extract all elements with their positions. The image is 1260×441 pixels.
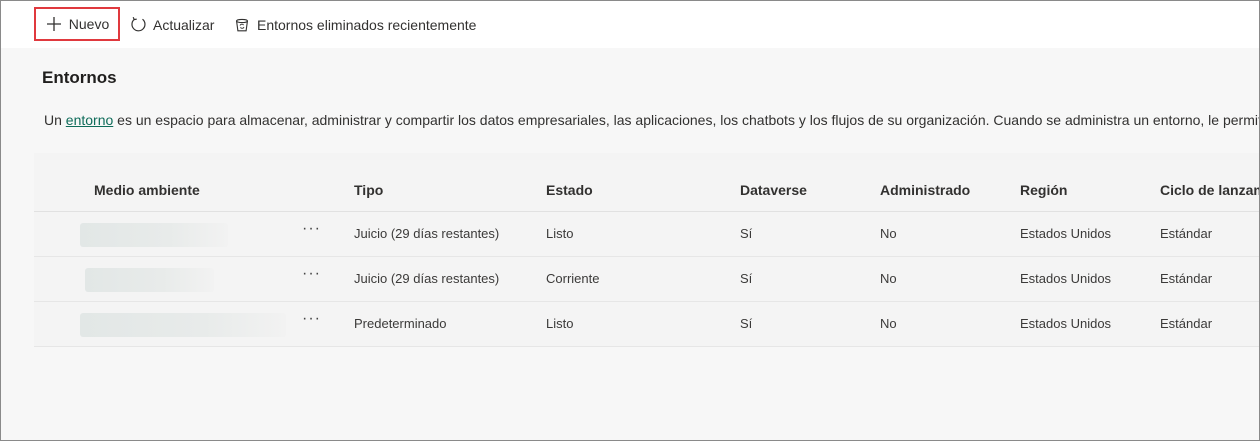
type-cell: Juicio (29 días restantes) [354, 226, 500, 241]
window-frame: Nuevo Actualizar Entornos eliminados rec… [0, 0, 1260, 441]
refresh-icon [129, 16, 147, 34]
recycle-bin-icon [233, 16, 251, 34]
command-bar: Nuevo Actualizar Entornos eliminados rec… [1, 1, 1259, 48]
description-prefix: Un [44, 112, 66, 128]
refresh-button[interactable]: Actualizar [129, 1, 214, 48]
type-cell: Predeterminado [354, 316, 447, 331]
region-cell: Estados Unidos [1020, 316, 1112, 331]
page-description: Un entorno es un espacio para almacenar,… [44, 112, 1260, 128]
managed-cell: No [880, 271, 897, 286]
recently-deleted-button[interactable]: Entornos eliminados recientemente [233, 1, 476, 48]
column-header-region[interactable]: Región [1020, 182, 1067, 198]
environments-table: Medio ambiente Tipo Estado Dataverse Adm… [34, 153, 1259, 347]
more-options-icon[interactable]: ··· [302, 310, 321, 328]
table-header: Medio ambiente Tipo Estado Dataverse Adm… [34, 153, 1259, 212]
dataverse-cell: Sí [740, 271, 753, 286]
column-header-release-cycle[interactable]: Ciclo de lanzam [1160, 182, 1259, 198]
managed-cell: No [880, 226, 897, 241]
release-cycle-cell: Estándar [1160, 226, 1213, 241]
more-options-icon[interactable]: ··· [302, 220, 321, 238]
column-header-dataverse[interactable]: Dataverse [740, 182, 807, 198]
state-cell: Corriente [546, 271, 600, 286]
table-row[interactable]: ··· Juicio (29 días restantes) Corriente… [34, 257, 1259, 302]
release-cycle-cell: Estándar [1160, 316, 1213, 331]
managed-cell: No [880, 316, 897, 331]
state-cell: Listo [546, 316, 574, 331]
column-header-state[interactable]: Estado [546, 182, 593, 198]
dataverse-cell: Sí [740, 316, 753, 331]
table-row[interactable]: ··· Juicio (29 días restantes) Listo Sí … [34, 212, 1259, 257]
column-header-environment[interactable]: Medio ambiente [94, 182, 200, 198]
type-cell: Juicio (29 días restantes) [354, 271, 500, 286]
release-cycle-cell: Estándar [1160, 271, 1213, 286]
main-content: Entornos Un entorno es un espacio para a… [1, 48, 1259, 440]
plus-icon [45, 15, 63, 33]
description-suffix: es un espacio para almacenar, administra… [113, 112, 1260, 128]
column-header-type[interactable]: Tipo [354, 182, 383, 198]
region-cell: Estados Unidos [1020, 271, 1112, 286]
environment-link[interactable]: entorno [66, 112, 113, 128]
new-button-label: Nuevo [68, 16, 110, 32]
page-title: Entornos [42, 68, 117, 87]
region-cell: Estados Unidos [1020, 226, 1112, 241]
state-cell: Listo [546, 226, 574, 241]
refresh-button-label: Actualizar [153, 16, 215, 33]
new-button[interactable]: Nuevo [34, 7, 120, 41]
environment-name-redacted[interactable] [85, 268, 214, 292]
column-header-managed[interactable]: Administrado [880, 182, 970, 198]
environment-name-redacted[interactable] [80, 313, 286, 337]
environment-name-redacted[interactable] [80, 223, 228, 247]
table-row[interactable]: ··· Predeterminado Listo Sí No Estados U… [34, 302, 1259, 347]
more-options-icon[interactable]: ··· [302, 265, 321, 283]
dataverse-cell: Sí [740, 226, 753, 241]
recently-deleted-label: Entornos eliminados recientemente [257, 16, 477, 33]
